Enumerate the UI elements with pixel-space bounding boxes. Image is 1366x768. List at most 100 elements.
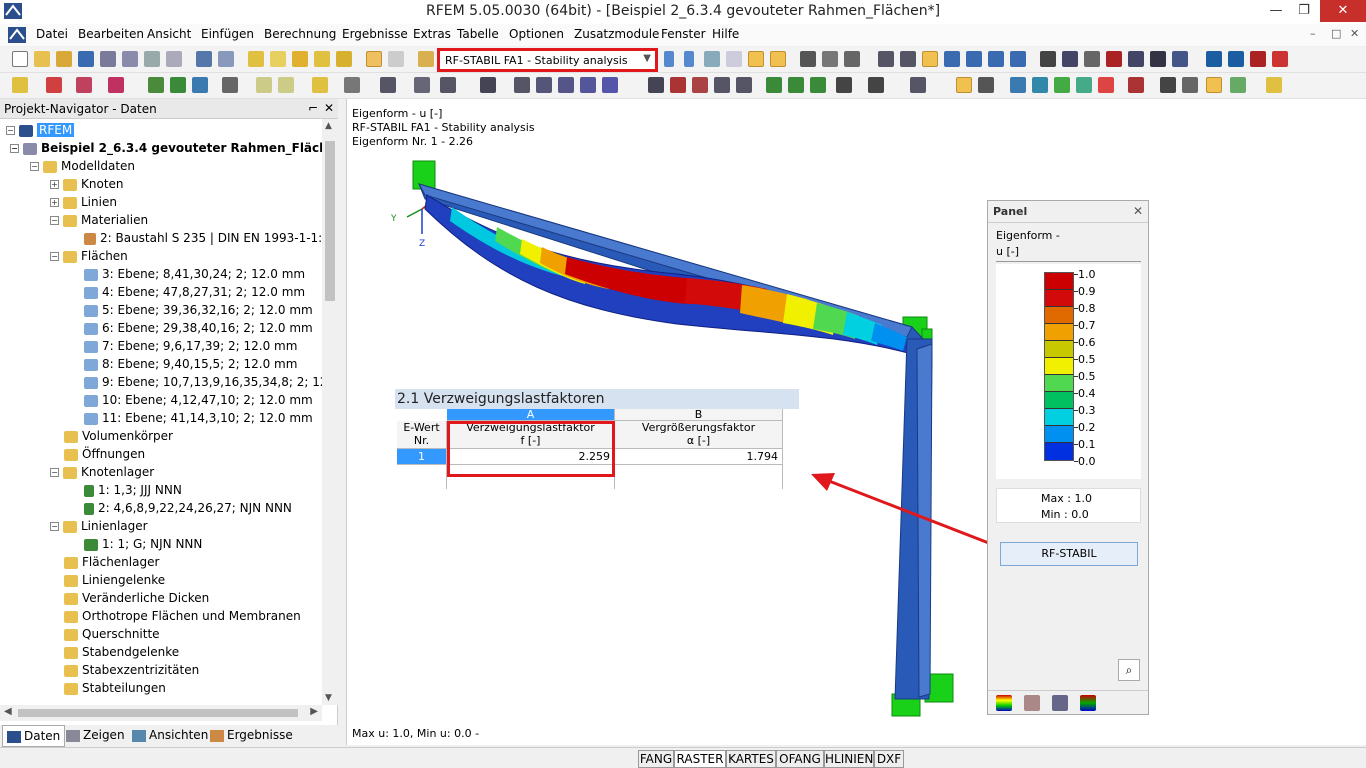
status-kartes-button[interactable]: KARTES [726, 750, 776, 768]
import-icon[interactable] [1228, 51, 1244, 67]
tree-item-surface[interactable]: 11: Ebene; 41,14,3,10; 2; 12.0 mm [84, 409, 313, 427]
grid-icon[interactable] [1160, 77, 1176, 93]
table-col-b-header[interactable]: B [615, 409, 783, 421]
menu-tabelle[interactable]: Tabelle [457, 27, 499, 41]
info-icon[interactable] [336, 51, 352, 67]
scrollbar-thumb[interactable] [325, 141, 335, 301]
table-toggle-icon[interactable] [388, 51, 404, 67]
menu-hilfe[interactable]: Hilfe [712, 27, 739, 41]
show-results-icon[interactable] [748, 51, 764, 67]
scale-icon[interactable] [558, 77, 574, 93]
tree-item-surface[interactable]: 4: Ebene; 47,8,27,31; 2; 12.0 mm [84, 283, 305, 301]
tree-item-flaechen[interactable]: − Flächen [50, 247, 128, 265]
menu-fenster[interactable]: Fenster [661, 27, 706, 41]
tree-item-surface[interactable]: 3: Ebene; 8,41,30,24; 2; 12.0 mm [84, 265, 305, 283]
display-icon[interactable] [1230, 77, 1246, 93]
tree-item-linien[interactable]: + Linien [50, 193, 117, 211]
calculate-icon[interactable] [704, 51, 720, 67]
check-icon[interactable] [670, 77, 686, 93]
document-icon[interactable] [8, 27, 26, 43]
tree-item-surface[interactable]: 7: Ebene; 9,6,17,39; 2; 12.0 mm [84, 337, 297, 355]
load-case-select[interactable]: RF-STABIL FA1 - Stability analysis ▼ [437, 48, 658, 72]
isometric-icon[interactable] [1010, 51, 1026, 67]
factor-tab-icon[interactable] [1024, 695, 1040, 711]
close-button[interactable]: ✕ [1320, 0, 1366, 22]
delete-icon[interactable] [1106, 51, 1122, 67]
pdf-icon[interactable] [1250, 51, 1266, 67]
filter-tab-icon[interactable] [1052, 695, 1068, 711]
legend-tab-icon[interactable] [1080, 695, 1096, 711]
navigator-toggle-icon[interactable] [366, 51, 382, 67]
tree-item-other[interactable]: Stabexzentrizitäten [64, 661, 199, 679]
visibility-icon[interactable] [1062, 51, 1078, 67]
animation-icon[interactable] [822, 51, 838, 67]
collapse-icon[interactable]: − [6, 126, 15, 135]
color-scale-tab-icon[interactable] [996, 695, 1012, 711]
tree-item-root[interactable]: − RFEM [6, 121, 75, 139]
edit-mode-icon[interactable] [956, 77, 972, 93]
node-icon[interactable] [12, 77, 28, 93]
color-legend[interactable]: 1.0 0.9 0.8 0.7 0.6 0.5 0.5 0.4 0.3 0.2 0.1 0.0 [996, 264, 1141, 479]
member-icon[interactable] [76, 77, 92, 93]
navigator-vertical-scrollbar[interactable]: ▲ ▼ [322, 119, 338, 705]
plate-icon[interactable] [1032, 77, 1048, 93]
open-folder-icon[interactable] [34, 51, 50, 67]
menu-ergebnisse[interactable]: Ergebnisse [342, 27, 408, 41]
result-values-icon[interactable] [770, 51, 786, 67]
hinge-icon[interactable] [192, 77, 208, 93]
menu-ansicht[interactable]: Ansicht [147, 27, 191, 41]
view-y-icon[interactable] [966, 51, 982, 67]
scroll-down-icon[interactable]: ▼ [325, 693, 332, 703]
explode-icon[interactable] [648, 77, 664, 93]
collapse-icon[interactable]: − [10, 144, 19, 153]
undo-icon[interactable] [196, 51, 212, 67]
mdi-minimize-button[interactable]: – [1310, 27, 1316, 40]
merge-icon[interactable] [736, 77, 752, 93]
block-icon[interactable] [440, 77, 456, 93]
tree-item-surface[interactable]: 9: Ebene; 10,7,13,9,16,35,34,8; 2; 12.0 … [84, 373, 322, 391]
pin-icon[interactable]: ⌐ [308, 101, 318, 115]
printout-report-icon[interactable] [166, 51, 182, 67]
dimension-icon[interactable] [256, 77, 272, 93]
collapse-icon[interactable]: − [50, 216, 59, 225]
open-example-icon[interactable] [56, 51, 72, 67]
status-hlinien-button[interactable]: HLINIEN [824, 750, 874, 768]
rib-icon[interactable] [1010, 77, 1026, 93]
results-lines-icon[interactable] [844, 51, 860, 67]
table-col-a-header[interactable]: A [447, 409, 615, 421]
menu-einfuegen[interactable]: Einfügen [201, 27, 254, 41]
graphics-viewport[interactable]: Eigenform - u [-] RF-STABIL FA1 - Stabil… [346, 99, 1366, 745]
save-all-icon[interactable] [100, 51, 116, 67]
new-file-icon[interactable] [12, 51, 28, 67]
collapse-icon[interactable]: − [50, 522, 59, 531]
mdi-restore-button[interactable]: □ [1331, 27, 1341, 40]
tree-item-volumen[interactable]: Volumenkörper [64, 427, 173, 445]
tree-item-surface[interactable]: 6: Ebene; 29,38,40,16; 2; 12.0 mm [84, 319, 313, 337]
rf-stabil-button[interactable]: RF-STABIL [1000, 542, 1138, 566]
tree-item-modelldaten[interactable]: − Modelldaten [30, 157, 135, 175]
table-empty-cell[interactable] [615, 465, 783, 489]
mesh-icon[interactable] [1076, 77, 1092, 93]
intersect-icon[interactable] [714, 77, 730, 93]
snap-icon[interactable] [868, 77, 884, 93]
status-fang-button[interactable]: FANG [638, 750, 674, 768]
project-icon[interactable] [580, 77, 596, 93]
redo-icon[interactable] [218, 51, 234, 67]
comment-icon[interactable] [278, 77, 294, 93]
filter-z-icon[interactable] [810, 77, 826, 93]
calculate-all-icon[interactable] [726, 51, 742, 67]
print-icon[interactable] [122, 51, 138, 67]
scroll-left-icon[interactable]: ◀ [4, 706, 12, 717]
edit-icon[interactable] [248, 51, 264, 67]
coordinate-icon[interactable] [836, 77, 852, 93]
surface-icon[interactable] [108, 77, 124, 93]
measure-icon[interactable] [1040, 51, 1056, 67]
view-mode-icon[interactable] [922, 51, 938, 67]
next-case-icon[interactable] [684, 51, 694, 67]
save-icon[interactable] [78, 51, 94, 67]
status-raster-button[interactable]: RASTER [674, 750, 726, 768]
scrollbar-thumb[interactable] [18, 709, 298, 717]
menu-optionen[interactable]: Optionen [509, 27, 564, 41]
view-z-icon[interactable] [988, 51, 1004, 67]
select-icon[interactable] [314, 51, 330, 67]
